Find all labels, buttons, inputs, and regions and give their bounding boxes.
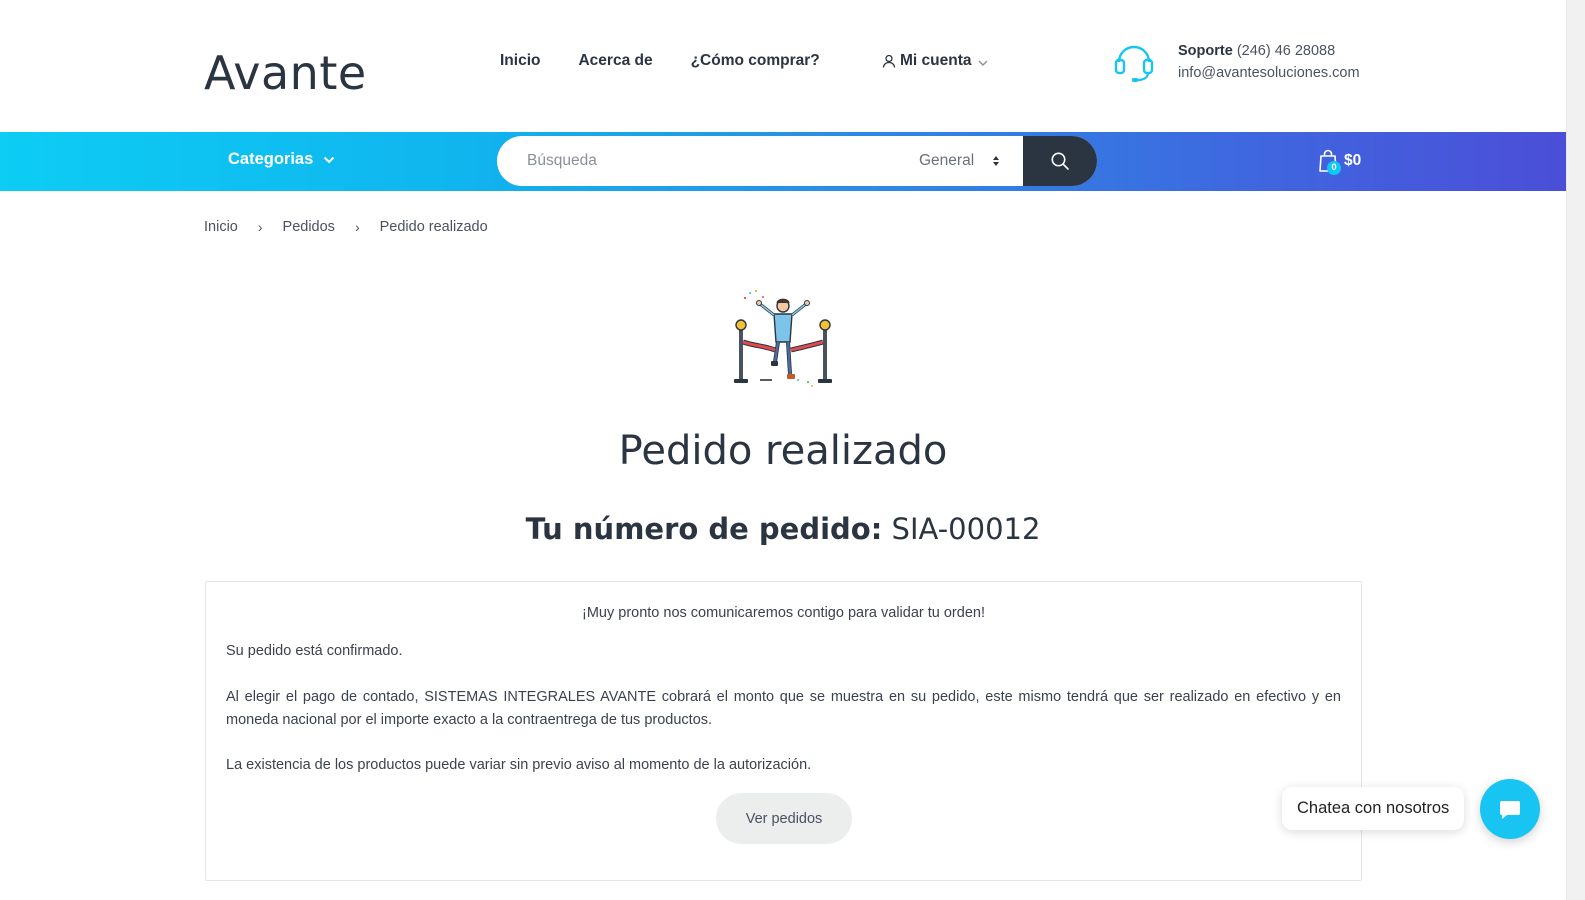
order-confirmation-box: ¡Muy pronto nos comunicaremos contigo pa…: [205, 581, 1362, 881]
search-input[interactable]: [527, 136, 907, 186]
chevron-right-icon: ›: [354, 219, 360, 235]
finish-line-illustration: [734, 290, 832, 387]
chat-label[interactable]: Chatea con nosotros: [1282, 787, 1465, 830]
cart-count-badge: 0: [1327, 161, 1341, 175]
nav-inicio[interactable]: Inicio: [500, 52, 540, 70]
view-orders-button[interactable]: Ver pedidos: [716, 793, 852, 844]
confirmation-lead-text: ¡Muy pronto nos comunicaremos contigo pa…: [582, 605, 985, 621]
main-nav: Inicio Acerca de ¿Cómo comprar?: [500, 52, 858, 70]
order-number-label: Tu número de pedido:: [525, 512, 883, 546]
breadcrumb-pedidos[interactable]: Pedidos: [283, 219, 335, 235]
search-scope-select[interactable]: General: [919, 136, 1009, 186]
chevron-down-icon: [978, 60, 988, 66]
logo-text: Avante: [204, 46, 367, 100]
support-email[interactable]: info@avantesoluciones.com: [1178, 62, 1360, 84]
confirmed-text: Su pedido está confirmado.: [226, 643, 403, 659]
chevron-right-icon: ›: [257, 219, 263, 235]
categories-dropdown[interactable]: Categorias: [228, 150, 335, 169]
avante-logo[interactable]: Avante: [204, 36, 367, 96]
support-phone[interactable]: (246) 46 28088: [1237, 43, 1335, 59]
categories-label: Categorias: [228, 150, 314, 168]
nav-acerca-de[interactable]: Acerca de: [578, 52, 652, 70]
payment-notice-text: Al elegir el pago de contado, SISTEMAS I…: [226, 689, 1341, 728]
page-title: Pedido realizado: [618, 428, 948, 474]
support-info: Soporte (246) 46 28088 info@avantesoluci…: [1112, 40, 1360, 84]
cart-total: $0: [1344, 152, 1362, 169]
category-search-bar: Categorias General 0 $0: [0, 132, 1566, 191]
search-form: General: [497, 136, 1097, 186]
chevron-down-icon: [324, 156, 335, 163]
user-icon: [882, 54, 896, 68]
order-number-value: SIA-00012: [891, 512, 1041, 546]
cart-button[interactable]: 0 $0: [1318, 148, 1362, 175]
account-menu[interactable]: Mi cuenta: [882, 52, 989, 70]
order-number-line: Tu número de pedido: SIA-00012: [0, 512, 1566, 546]
breadcrumb-current: Pedido realizado: [379, 219, 488, 235]
shopping-bag-icon: 0: [1318, 148, 1341, 175]
account-label: Mi cuenta: [900, 52, 972, 69]
page-scrollbar[interactable]: [1566, 0, 1585, 900]
chat-bubble-icon: [1500, 801, 1520, 819]
sort-arrows-icon: [993, 156, 1000, 166]
breadcrumb-inicio[interactable]: Inicio: [204, 219, 238, 235]
nav-como-comprar[interactable]: ¿Cómo comprar?: [691, 52, 820, 70]
search-scope-value: General: [919, 152, 975, 169]
site-header: Avante Inicio Acerca de ¿Cómo comprar? M…: [0, 0, 1585, 132]
chat-button[interactable]: [1480, 779, 1540, 839]
search-button[interactable]: [1023, 136, 1097, 186]
headset-icon: [1114, 45, 1154, 82]
support-label: Soporte: [1178, 43, 1233, 59]
breadcrumb: Inicio › Pedidos › Pedido realizado: [204, 219, 488, 235]
stock-notice-text: La existencia de los productos puede var…: [226, 757, 812, 773]
search-icon: [1051, 152, 1069, 170]
